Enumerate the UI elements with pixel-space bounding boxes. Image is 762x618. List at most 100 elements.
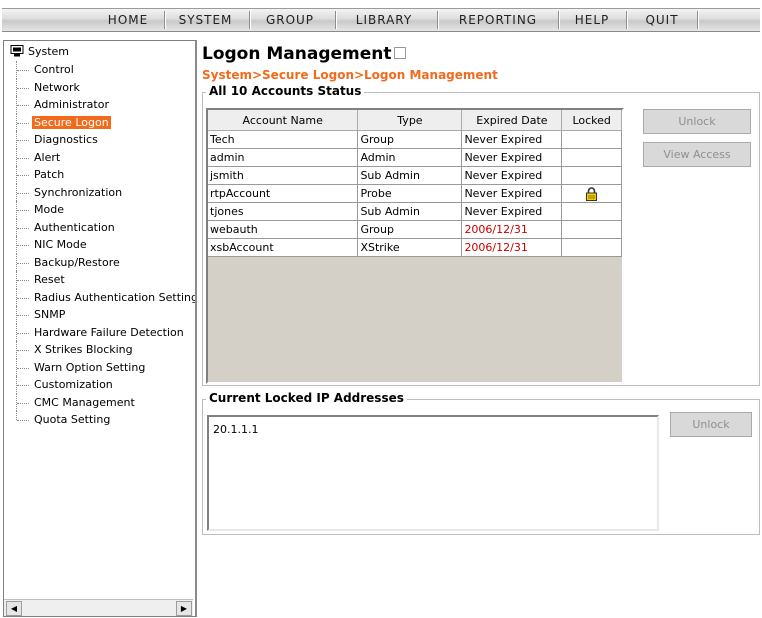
expired-date-cell: Never Expired [461, 184, 563, 203]
nav-reporting[interactable]: REPORTING [441, 9, 555, 31]
sidebar-item-quota-setting[interactable]: Quota Setting [8, 411, 195, 429]
tree-root-system[interactable]: System [8, 43, 195, 61]
unlock-account-button[interactable]: Unlock [643, 109, 751, 134]
sidebar-item-diagnostics[interactable]: Diagnostics [8, 131, 195, 149]
type-cell: Sub Admin [357, 202, 463, 221]
locked-cell [561, 130, 622, 149]
nav-separator [249, 11, 251, 29]
table-row[interactable]: jsmith Sub Admin Never Expired [208, 166, 622, 185]
type-cell: Probe [357, 184, 463, 203]
table-row[interactable]: webauth Group 2006/12/31 [208, 220, 622, 239]
locked-cell [561, 202, 622, 221]
column-header-locked[interactable]: Locked [561, 110, 622, 131]
sidebar-item-x-strikes-blocking[interactable]: X Strikes Blocking [8, 341, 195, 359]
sidebar-item-authentication[interactable]: Authentication [8, 218, 195, 237]
nav-separator [437, 11, 439, 29]
list-item[interactable]: 20.1.1.1 [213, 423, 258, 436]
sidebar-item-snmp[interactable]: SNMP [8, 306, 195, 324]
sidebar-item-label: Radius Authentication Setting [34, 290, 197, 304]
sidebar-item-label: Quota Setting [34, 413, 111, 426]
sidebar-item-label: Synchronization [34, 185, 123, 199]
help-icon[interactable] [393, 47, 406, 59]
sidebar-item-label: Mode [34, 203, 64, 216]
tree-root-label: System [28, 45, 70, 58]
sidebar-item-patch[interactable]: Patch [8, 166, 195, 184]
sidebar-item-label: Administrator [34, 98, 109, 111]
page-title-text: Logon Management [202, 44, 392, 64]
nav-help[interactable]: HELP [562, 9, 622, 31]
sidebar-item-label: Authentication [34, 220, 115, 234]
sidebar-item-label: Hardware Failure Detection [34, 325, 184, 339]
table-row[interactable]: xsbAccount XStrike 2006/12/31 [208, 238, 622, 257]
expired-date-cell: Never Expired [461, 166, 563, 185]
sidebar-item-nic-mode[interactable]: NIC Mode [8, 236, 195, 254]
sidebar-horizontal-scrollbar[interactable]: ◀ ▶ [4, 599, 193, 616]
expired-date-cell: Never Expired [461, 202, 563, 221]
nav-strip: HOME SYSTEM GROUP LIBRARY REPORTING HELP… [2, 8, 760, 32]
accounts-table: Account Name Type Expired Date Locked Te… [208, 110, 622, 257]
sidebar-item-radius-authentication-setting[interactable]: Radius Authentication Setting [8, 288, 197, 307]
view-access-button[interactable]: View Access [643, 142, 751, 167]
sidebar-item-cmc-management[interactable]: CMC Management [8, 393, 195, 412]
type-cell: Admin [357, 148, 463, 167]
sidebar-item-label: Warn Option Setting [34, 360, 146, 374]
sidebar-item-customization[interactable]: Customization [8, 376, 195, 394]
locked-cell [561, 184, 622, 203]
nav-separator [558, 11, 560, 29]
sidebar-item-warn-option-setting[interactable]: Warn Option Setting [8, 358, 195, 377]
sidebar-item-label: X Strikes Blocking [34, 343, 133, 356]
system-tree: System Control Network Administrator Sec… [8, 43, 197, 429]
sidebar-item-control[interactable]: Control [8, 61, 195, 79]
table-row[interactable]: tjones Sub Admin Never Expired [208, 202, 622, 221]
sidebar-item-label: Diagnostics [34, 133, 98, 146]
accounts-table-container: Account Name Type Expired Date Locked Te… [206, 108, 624, 384]
sidebar-item-hardware-failure-detection[interactable]: Hardware Failure Detection [8, 323, 195, 342]
sidebar-item-label: Patch [34, 168, 65, 181]
account-name-cell: xsbAccount [208, 238, 359, 257]
sidebar-item-label: SNMP [34, 308, 66, 321]
table-row[interactable]: rtpAccount Probe Never Expired [208, 184, 622, 203]
nav-separator [164, 11, 166, 29]
unlock-ip-button[interactable]: Unlock [670, 412, 752, 437]
top-nav: HOME SYSTEM GROUP LIBRARY REPORTING HELP… [0, 0, 762, 37]
sidebar-item-backup-restore[interactable]: Backup/Restore [8, 253, 195, 272]
table-row[interactable]: Tech Group Never Expired [208, 130, 622, 149]
sidebar-item-mode[interactable]: Mode [8, 201, 195, 219]
expired-date-cell: 2006/12/31 [461, 220, 563, 239]
sidebar-item-network[interactable]: Network [8, 78, 195, 97]
sidebar-item-reset[interactable]: Reset [8, 271, 195, 289]
sidebar: System Control Network Administrator Sec… [3, 40, 197, 617]
column-header-expired-date[interactable]: Expired Date [461, 110, 563, 131]
breadcrumb: System>Secure Logon>Logon Management [202, 68, 498, 82]
sidebar-item-label: CMC Management [34, 395, 135, 409]
nav-home[interactable]: HOME [97, 9, 159, 31]
sidebar-item-label: Customization [34, 378, 113, 391]
scroll-left-icon[interactable]: ◀ [6, 601, 22, 616]
sidebar-item-alert[interactable]: Alert [8, 148, 195, 167]
column-header-account-name[interactable]: Account Name [208, 110, 359, 131]
type-cell: Group [357, 220, 463, 239]
scroll-right-icon[interactable]: ▶ [176, 601, 192, 616]
sidebar-item-secure-logon[interactable]: Secure Logon [8, 113, 195, 132]
nav-separator [697, 11, 699, 29]
nav-library[interactable]: LIBRARY [339, 9, 429, 31]
sidebar-item-administrator[interactable]: Administrator [8, 96, 195, 114]
sidebar-item-label: Alert [34, 150, 61, 164]
column-header-type[interactable]: Type [357, 110, 463, 131]
expired-date-cell: 2006/12/31 [461, 238, 563, 257]
nav-system[interactable]: SYSTEM [168, 9, 243, 31]
nav-group[interactable]: GROUP [253, 9, 327, 31]
account-name-cell: tjones [208, 202, 359, 221]
sidebar-item-label: Backup/Restore [34, 255, 120, 269]
table-row[interactable]: admin Admin Never Expired [208, 148, 622, 167]
locked-cell [561, 238, 622, 257]
computer-icon [10, 45, 24, 57]
account-name-cell: rtpAccount [208, 184, 359, 203]
locked-cell [561, 166, 622, 185]
nav-quit[interactable]: QUIT [630, 9, 694, 31]
expired-date-cell: Never Expired [461, 130, 563, 149]
locked-ip-list[interactable]: 20.1.1.1 [207, 415, 659, 531]
account-name-cell: Tech [208, 130, 359, 149]
sidebar-item-synchronization[interactable]: Synchronization [8, 183, 195, 202]
type-cell: Sub Admin [357, 166, 463, 185]
